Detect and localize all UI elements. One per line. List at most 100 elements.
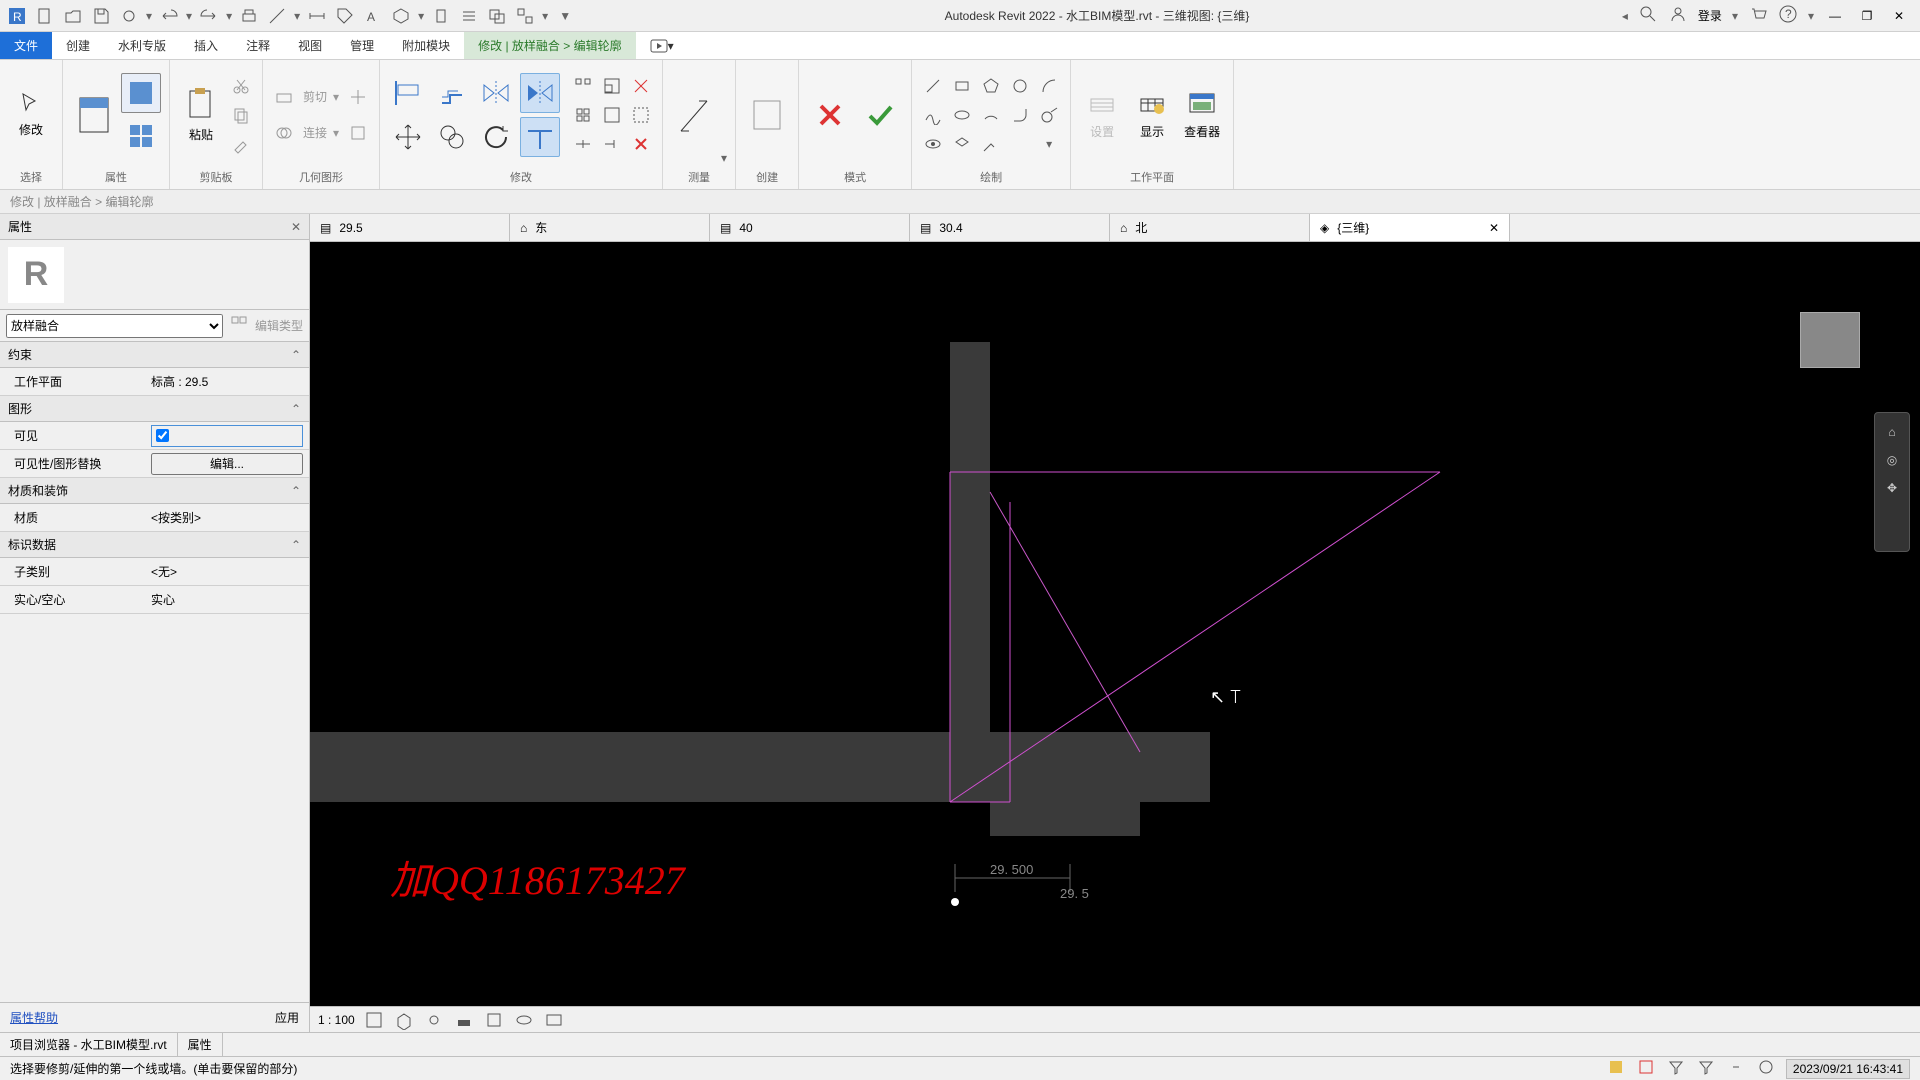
wall-button[interactable] bbox=[345, 120, 371, 146]
search-icon[interactable] bbox=[1638, 4, 1658, 27]
warn1-icon[interactable] bbox=[1606, 1057, 1626, 1080]
collapse-icon[interactable]: ⌃ bbox=[291, 484, 301, 498]
3d-view-icon[interactable] bbox=[390, 5, 412, 27]
collapse-icon[interactable]: ⌃ bbox=[291, 402, 301, 416]
visible-checkbox[interactable] bbox=[151, 425, 303, 447]
prop-value[interactable]: 实心 bbox=[145, 591, 309, 608]
family-prop-button[interactable] bbox=[121, 116, 161, 156]
arc-tool[interactable] bbox=[1036, 73, 1062, 99]
new-icon[interactable] bbox=[34, 5, 56, 27]
chevron-down-icon[interactable]: ▾ bbox=[146, 9, 152, 23]
shadows-button[interactable] bbox=[453, 1010, 475, 1030]
tab-modify[interactable]: 修改 | 放样融合 > 编辑轮廓 bbox=[464, 32, 635, 59]
delete-button[interactable] bbox=[628, 131, 654, 157]
align-button[interactable] bbox=[388, 73, 428, 113]
chevron-down-icon[interactable]: ▾ bbox=[294, 9, 300, 23]
close-tab-button[interactable]: ✕ bbox=[1489, 221, 1499, 235]
prop-value[interactable]: <按类别> bbox=[145, 509, 309, 526]
move-button[interactable] bbox=[388, 117, 428, 157]
switch-windows-icon[interactable] bbox=[514, 5, 536, 27]
open-icon[interactable] bbox=[62, 5, 84, 27]
paste-button[interactable]: 粘贴 bbox=[178, 80, 224, 150]
cart-icon[interactable] bbox=[1748, 4, 1768, 27]
create-button[interactable] bbox=[744, 80, 790, 150]
view-tab[interactable]: ⌂东 bbox=[510, 214, 710, 241]
extend-button[interactable] bbox=[599, 131, 625, 157]
trim-extend-button[interactable] bbox=[520, 117, 560, 157]
view-tab[interactable]: ▤40 bbox=[710, 214, 910, 241]
split-button[interactable] bbox=[345, 84, 371, 110]
finish-mode-button[interactable] bbox=[857, 80, 903, 150]
pick-wall-tool[interactable] bbox=[978, 131, 1004, 157]
chevron-down-icon[interactable]: ▾ bbox=[542, 9, 548, 23]
copy-tool-button[interactable] bbox=[432, 117, 472, 157]
cancel-mode-button[interactable] bbox=[807, 80, 853, 150]
join-geom-button[interactable] bbox=[271, 120, 297, 146]
measure-icon[interactable] bbox=[266, 5, 288, 27]
cut-geom-button[interactable] bbox=[271, 84, 297, 110]
hide-button[interactable] bbox=[513, 1010, 535, 1030]
arc3p-tool[interactable] bbox=[978, 102, 1004, 128]
edit-type-button[interactable]: 编辑类型 bbox=[255, 317, 303, 334]
category-constraint[interactable]: 约束⌃ bbox=[0, 342, 309, 368]
tab-manage[interactable]: 管理 bbox=[336, 32, 388, 59]
tab-view[interactable]: 视图 bbox=[284, 32, 336, 59]
revit-logo-icon[interactable]: R bbox=[6, 5, 28, 27]
view-tab[interactable]: ▤30.4 bbox=[910, 214, 1110, 241]
text-icon[interactable]: A bbox=[362, 5, 384, 27]
ungroup-button[interactable] bbox=[628, 102, 654, 128]
trim-button[interactable] bbox=[520, 73, 560, 113]
print-icon[interactable] bbox=[238, 5, 260, 27]
collapse-icon[interactable]: ⌃ bbox=[291, 348, 301, 362]
chevron-down-icon[interactable]: ▾ bbox=[226, 9, 232, 23]
close-button[interactable]: ✕ bbox=[1888, 5, 1910, 27]
unpin-button[interactable] bbox=[628, 73, 654, 99]
category-identity[interactable]: 标识数据⌃ bbox=[0, 532, 309, 558]
filter1-icon[interactable] bbox=[1666, 1057, 1686, 1080]
nav-pan-icon[interactable]: ✥ bbox=[1887, 481, 1897, 495]
dropdown-icon[interactable]: ▼ bbox=[554, 5, 576, 27]
project-browser-tab[interactable]: 项目浏览器 - 水工BIM模型.rvt bbox=[0, 1033, 178, 1056]
fillet-tool[interactable] bbox=[1007, 102, 1033, 128]
tab-addins[interactable]: 附加模块 bbox=[388, 32, 464, 59]
chevron-down-icon[interactable]: ▾ bbox=[1808, 9, 1814, 23]
dimension-icon[interactable] bbox=[306, 5, 328, 27]
link-icon[interactable] bbox=[1726, 1057, 1746, 1080]
detail-level-button[interactable] bbox=[363, 1010, 385, 1030]
warn2-icon[interactable] bbox=[1636, 1057, 1656, 1080]
sync-status-icon[interactable] bbox=[1756, 1057, 1776, 1080]
nav-home-icon[interactable]: ⌂ bbox=[1888, 425, 1895, 439]
mirror-button[interactable] bbox=[476, 73, 516, 113]
properties-help-link[interactable]: 属性帮助 bbox=[10, 1009, 58, 1026]
circle-tool[interactable] bbox=[1007, 73, 1033, 99]
section-icon[interactable] bbox=[430, 5, 452, 27]
tab-water[interactable]: 水利专版 bbox=[104, 32, 180, 59]
tab-file[interactable]: 文件 bbox=[0, 32, 52, 59]
matchprops-button[interactable] bbox=[228, 131, 254, 157]
sun-button[interactable] bbox=[423, 1010, 445, 1030]
login-link[interactable]: 登录 bbox=[1698, 7, 1722, 24]
minimize-button[interactable]: — bbox=[1824, 5, 1846, 27]
help-icon[interactable]: ? bbox=[1778, 4, 1798, 27]
category-material[interactable]: 材质和装饰⌃ bbox=[0, 478, 309, 504]
family-type-select[interactable]: 放样融合 bbox=[6, 314, 223, 338]
tag-icon[interactable] bbox=[334, 5, 356, 27]
rect-tool[interactable] bbox=[949, 73, 975, 99]
chevron-down-icon[interactable]: ▾ bbox=[186, 9, 192, 23]
offset-button[interactable] bbox=[432, 73, 472, 113]
settings-button[interactable]: 设置 bbox=[1079, 80, 1125, 150]
nav-left-icon[interactable]: ◂ bbox=[1622, 9, 1628, 23]
filter2-icon[interactable] bbox=[1696, 1057, 1716, 1080]
category-graphics[interactable]: 图形⌃ bbox=[0, 396, 309, 422]
apply-button[interactable]: 应用 bbox=[275, 1009, 299, 1026]
tab-annotate[interactable]: 注释 bbox=[232, 32, 284, 59]
pick-lines-tool[interactable] bbox=[920, 131, 946, 157]
nav-bar[interactable]: ⌂ ◎ ✥ bbox=[1874, 412, 1910, 552]
draw-dropdown[interactable]: ▾ bbox=[1036, 131, 1062, 157]
chevron-down-icon[interactable]: ▾ bbox=[1732, 9, 1738, 23]
type-prop-button[interactable] bbox=[121, 73, 161, 113]
view-tab[interactable]: ⌂北 bbox=[1110, 214, 1310, 241]
close-panel-button[interactable]: ✕ bbox=[291, 220, 301, 234]
copy-button[interactable] bbox=[228, 102, 254, 128]
pin-button[interactable] bbox=[570, 102, 596, 128]
